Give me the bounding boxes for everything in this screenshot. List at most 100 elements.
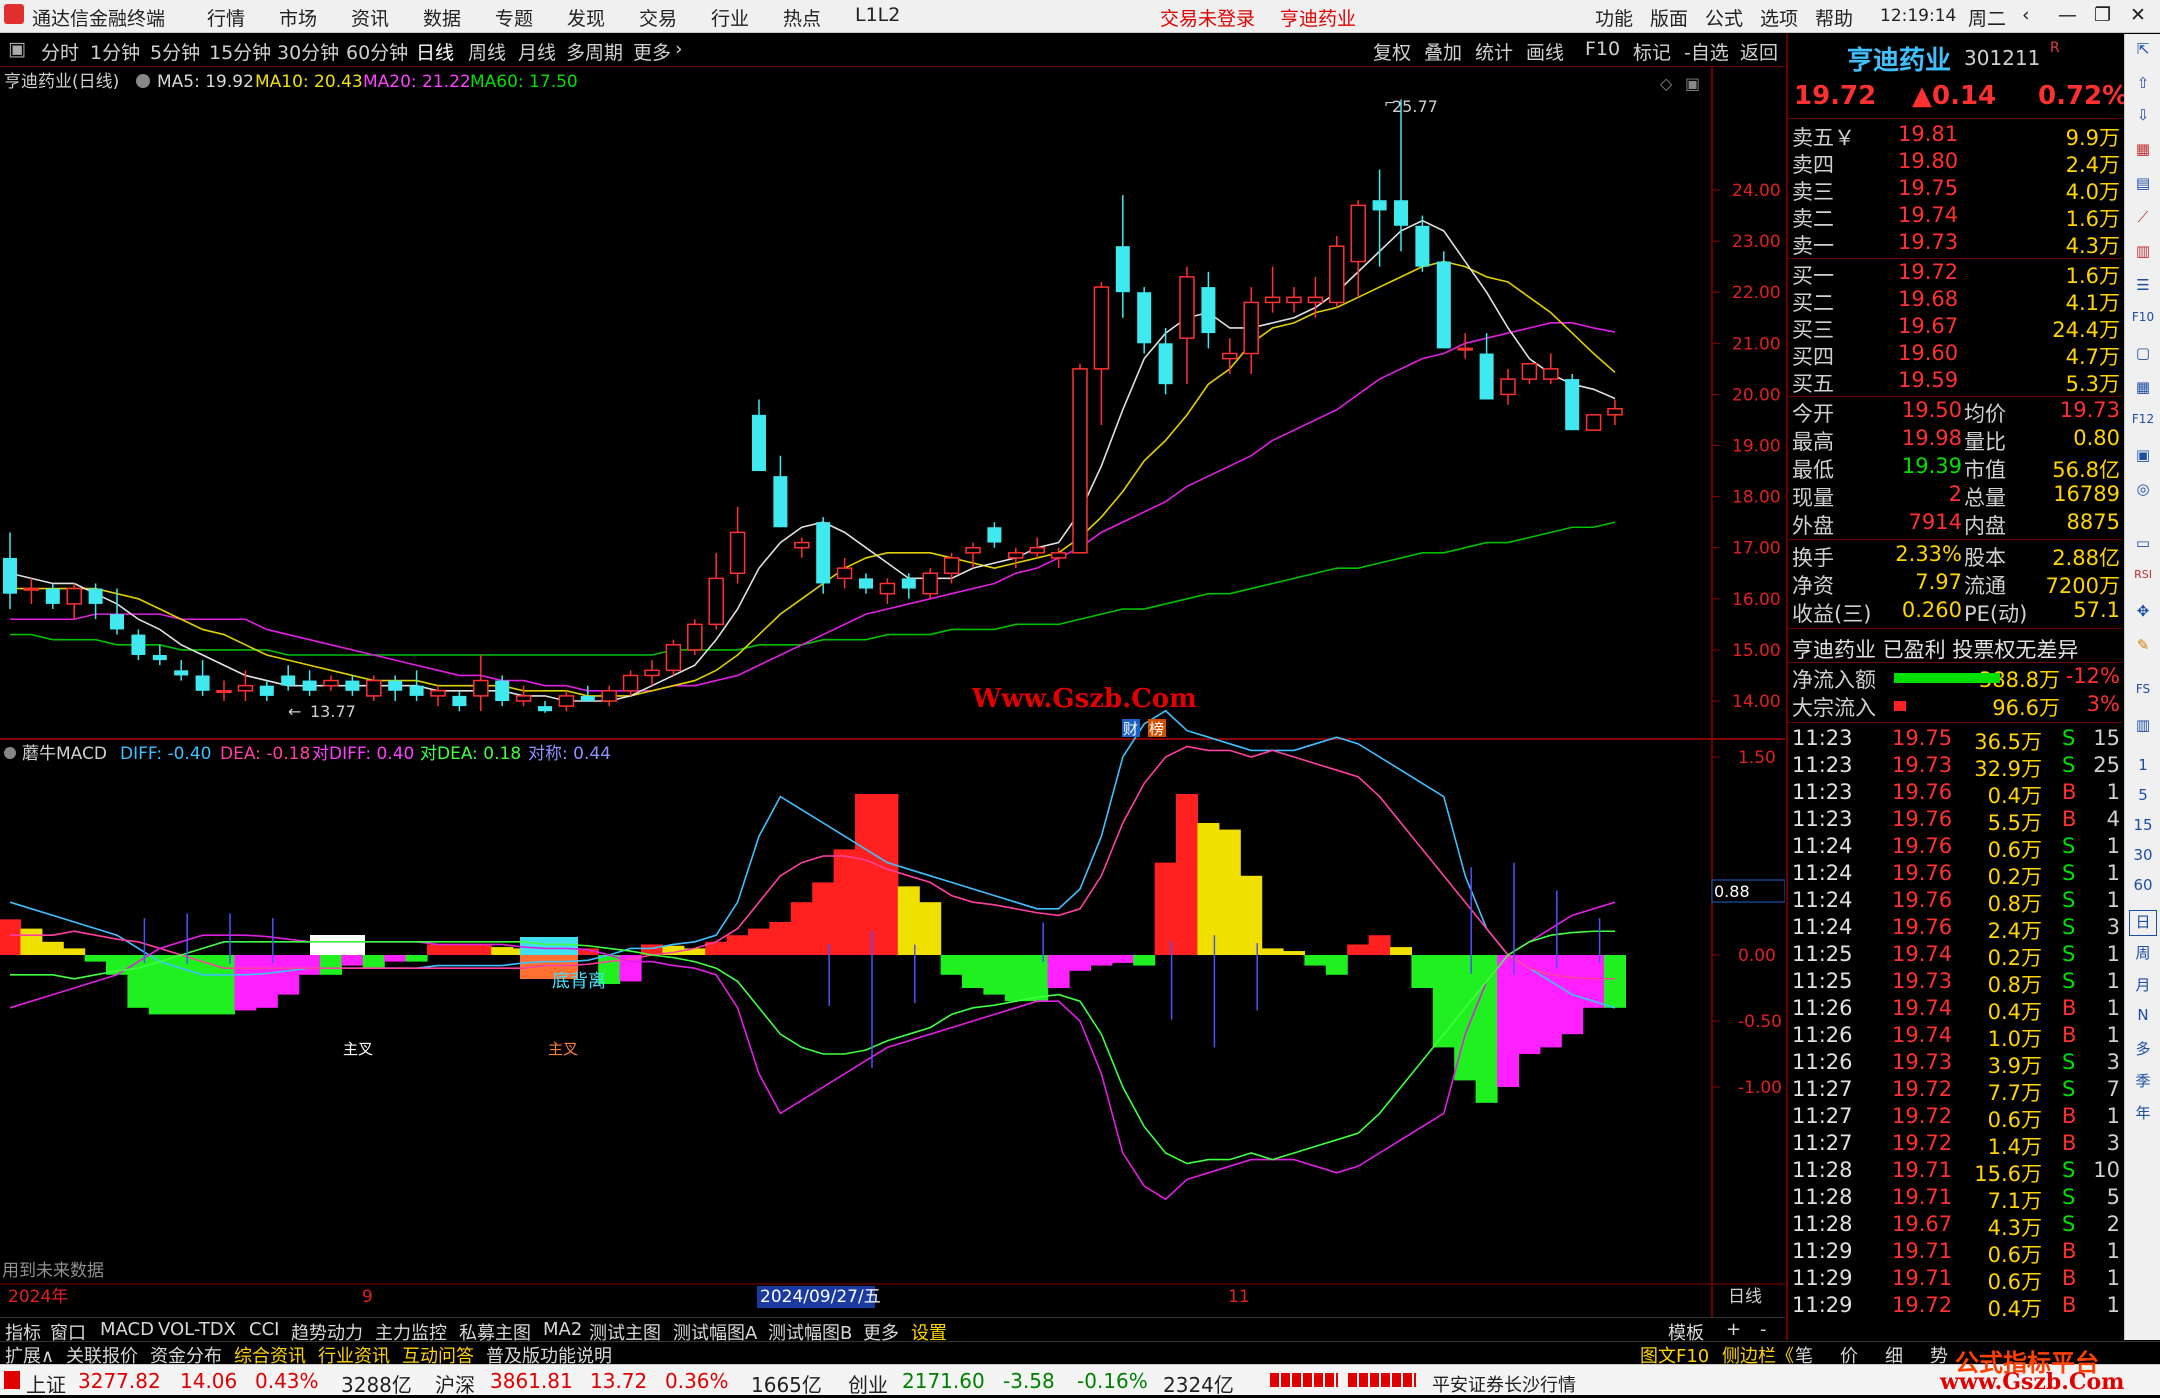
- side-period-年[interactable]: 年: [2129, 1102, 2157, 1128]
- zoom-in-button[interactable]: +: [1726, 1319, 1741, 1340]
- period-1min[interactable]: 1分钟: [90, 38, 140, 65]
- period-more[interactable]: 更多: [633, 38, 671, 65]
- tool-叠加[interactable]: 叠加: [1424, 38, 1462, 65]
- side-period-月[interactable]: 月: [2129, 974, 2157, 1000]
- tool-统计[interactable]: 统计: [1475, 38, 1513, 65]
- period-15-label[interactable]: 15: [2129, 816, 2157, 842]
- tool-自选[interactable]: -自选: [1684, 38, 1729, 65]
- tick-row[interactable]: 11:26 19.74 0.4万 B 1: [1792, 996, 2120, 1024]
- menu-交易[interactable]: 交易: [639, 4, 677, 31]
- tick-row[interactable]: 11:27 19.72 0.6万 B 1: [1792, 1104, 2120, 1132]
- menu-资讯[interactable]: 资讯: [351, 4, 389, 31]
- panel-toggle-icon[interactable]: ▣: [8, 38, 26, 60]
- tick-row[interactable]: 11:29 19.71 0.6万 B 1: [1792, 1266, 2120, 1294]
- fund-row[interactable]: 收益(三) 0.260 PE(动) 57.1: [1792, 598, 2120, 626]
- period-15min[interactable]: 15分钟: [209, 38, 271, 65]
- tick-row[interactable]: 11:24 19.76 0.8万 S 1: [1792, 888, 2120, 916]
- tool-返回[interactable]: 返回: [1740, 38, 1778, 65]
- tool-画线[interactable]: 画线: [1526, 38, 1564, 65]
- tick-row[interactable]: 11:24 19.76 2.4万 S 3: [1792, 915, 2120, 943]
- period-60min[interactable]: 60分钟: [346, 38, 408, 65]
- table-icon[interactable]: ▤: [2129, 174, 2157, 200]
- back-arrow-icon[interactable]: ‹: [2022, 4, 2030, 26]
- window-icon[interactable]: ▣: [2129, 446, 2157, 472]
- fund-row[interactable]: 净资 7.97 流通 7200万: [1792, 570, 2120, 598]
- tick-row[interactable]: 11:25 19.74 0.2万 S 1: [1792, 942, 2120, 970]
- tick-row[interactable]: 11:24 19.76 0.2万 S 1: [1792, 861, 2120, 889]
- tick-row[interactable]: 11:29 19.72 0.4万 B 1: [1792, 1293, 2120, 1321]
- menu-行情[interactable]: 行情: [207, 4, 245, 31]
- side-period-多[interactable]: 多: [2129, 1038, 2157, 1064]
- menu-公式[interactable]: 公式: [1705, 4, 1743, 31]
- stock-banner[interactable]: 亨迪药业 已盈利 投票权无差异: [1792, 634, 2120, 662]
- period-1-label[interactable]: 1: [2129, 756, 2157, 782]
- monitor-icon[interactable]: ▭: [2129, 534, 2157, 560]
- block-row[interactable]: 大宗流入 96.6万 3%: [1792, 692, 2120, 720]
- bid-row[interactable]: 买五 19.59 5.3万: [1792, 368, 2120, 396]
- sh-label[interactable]: 上证: [26, 1369, 66, 1398]
- rank-tag[interactable]: 榜: [1149, 720, 1164, 738]
- side-period-N[interactable]: N: [2129, 1006, 2157, 1032]
- ask-row[interactable]: 卖一 19.73 4.3万: [1792, 230, 2120, 258]
- tick-row[interactable]: 11:24 19.76 0.6万 S 1: [1792, 834, 2120, 862]
- tool-复权[interactable]: 复权: [1373, 38, 1411, 65]
- menu-帮助[interactable]: 帮助: [1815, 4, 1853, 31]
- period-5min[interactable]: 5分钟: [150, 38, 200, 65]
- rsi-icon[interactable]: RSI: [2129, 568, 2157, 594]
- menu-L1L2[interactable]: L1L2: [855, 4, 900, 26]
- period-30min[interactable]: 30分钟: [277, 38, 339, 65]
- period-monthly[interactable]: 月线: [518, 38, 556, 65]
- menu-发现[interactable]: 发现: [567, 4, 605, 31]
- period-daily[interactable]: 日线: [416, 38, 454, 65]
- fs-icon[interactable]: FS: [2129, 682, 2157, 708]
- ask-row[interactable]: 卖五￥ 19.81 9.9万: [1792, 122, 2120, 150]
- tool-标记[interactable]: 标记: [1633, 38, 1671, 65]
- menu-版面[interactable]: 版面: [1650, 4, 1688, 31]
- tick-row[interactable]: 11:23 19.73 32.9万 S 25: [1792, 753, 2120, 781]
- down-arrow-icon[interactable]: ⇩: [2129, 106, 2157, 132]
- f12-icon[interactable]: F12: [2129, 412, 2157, 438]
- tick-row[interactable]: 11:27 19.72 1.4万 B 3: [1792, 1131, 2120, 1159]
- macd-settings-icon[interactable]: [4, 747, 16, 759]
- tab-cci[interactable]: CCI: [249, 1319, 279, 1340]
- tab-macd[interactable]: MACD: [100, 1319, 154, 1340]
- stat-row[interactable]: 现量 2 总量 16789: [1792, 482, 2120, 510]
- period-30-label[interactable]: 30: [2129, 846, 2157, 872]
- tick-row[interactable]: 11:28 19.71 15.6万 S 10: [1792, 1158, 2120, 1186]
- circle-icon[interactable]: ◎: [2129, 480, 2157, 506]
- tick-row[interactable]: 11:23 19.76 5.5万 B 4: [1792, 807, 2120, 835]
- tick-row[interactable]: 11:26 19.74 1.0万 B 1: [1792, 1023, 2120, 1051]
- period-5-label[interactable]: 5: [2129, 786, 2157, 812]
- broker-name[interactable]: 平安证券长沙行情: [1432, 1371, 1576, 1397]
- chevron-right-icon[interactable]: ›: [675, 38, 683, 60]
- tab-vol[interactable]: VOL-TDX: [158, 1319, 236, 1340]
- kline-chart[interactable]: 亨迪药业(日线) MA5: 19.92 MA10: 20.43 MA20: 21…: [0, 67, 1785, 1317]
- menu-行业[interactable]: 行业: [711, 4, 749, 31]
- settings-circle-icon[interactable]: [136, 74, 150, 88]
- tab-ma2[interactable]: MA2: [543, 1319, 582, 1340]
- close-icon[interactable]: ✕: [2130, 4, 2146, 26]
- period-60-label[interactable]: 60: [2129, 876, 2157, 902]
- bid-row[interactable]: 买二 19.68 4.1万: [1792, 287, 2120, 315]
- side-period-季[interactable]: 季: [2129, 1070, 2157, 1096]
- menu-功能[interactable]: 功能: [1595, 4, 1633, 31]
- tick-row[interactable]: 11:27 19.72 7.7万 S 7: [1792, 1077, 2120, 1105]
- tick-row[interactable]: 11:29 19.71 0.6万 B 1: [1792, 1239, 2120, 1267]
- finance-tag[interactable]: 财: [1123, 720, 1138, 738]
- layout-icon[interactable]: ▣: [1685, 74, 1700, 93]
- tick-row[interactable]: 11:26 19.73 3.9万 S 3: [1792, 1050, 2120, 1078]
- collapse-icon[interactable]: ⇱: [2129, 40, 2157, 66]
- stat-row[interactable]: 最高 19.98 量比 0.80: [1792, 426, 2120, 454]
- cross-arrows-icon[interactable]: ✥: [2129, 602, 2157, 628]
- pencil-icon[interactable]: ✎: [2129, 636, 2157, 662]
- grid2-icon[interactable]: ▦: [2129, 378, 2157, 404]
- quote-stock-name[interactable]: 亨迪药业: [1847, 40, 1951, 77]
- period-分时[interactable]: 分时: [41, 38, 79, 65]
- bid-row[interactable]: 买三 19.67 24.4万: [1792, 314, 2120, 342]
- list-icon[interactable]: ☰: [2129, 276, 2157, 302]
- tick-row[interactable]: 11:25 19.73 0.8万 S 1: [1792, 969, 2120, 997]
- chart-icon[interactable]: ▥: [2129, 716, 2157, 742]
- zoom-out-button[interactable]: -: [1760, 1319, 1767, 1340]
- stat-row[interactable]: 最低 19.39 市值 56.8亿: [1792, 454, 2120, 482]
- f10-icon[interactable]: F10: [2129, 310, 2157, 336]
